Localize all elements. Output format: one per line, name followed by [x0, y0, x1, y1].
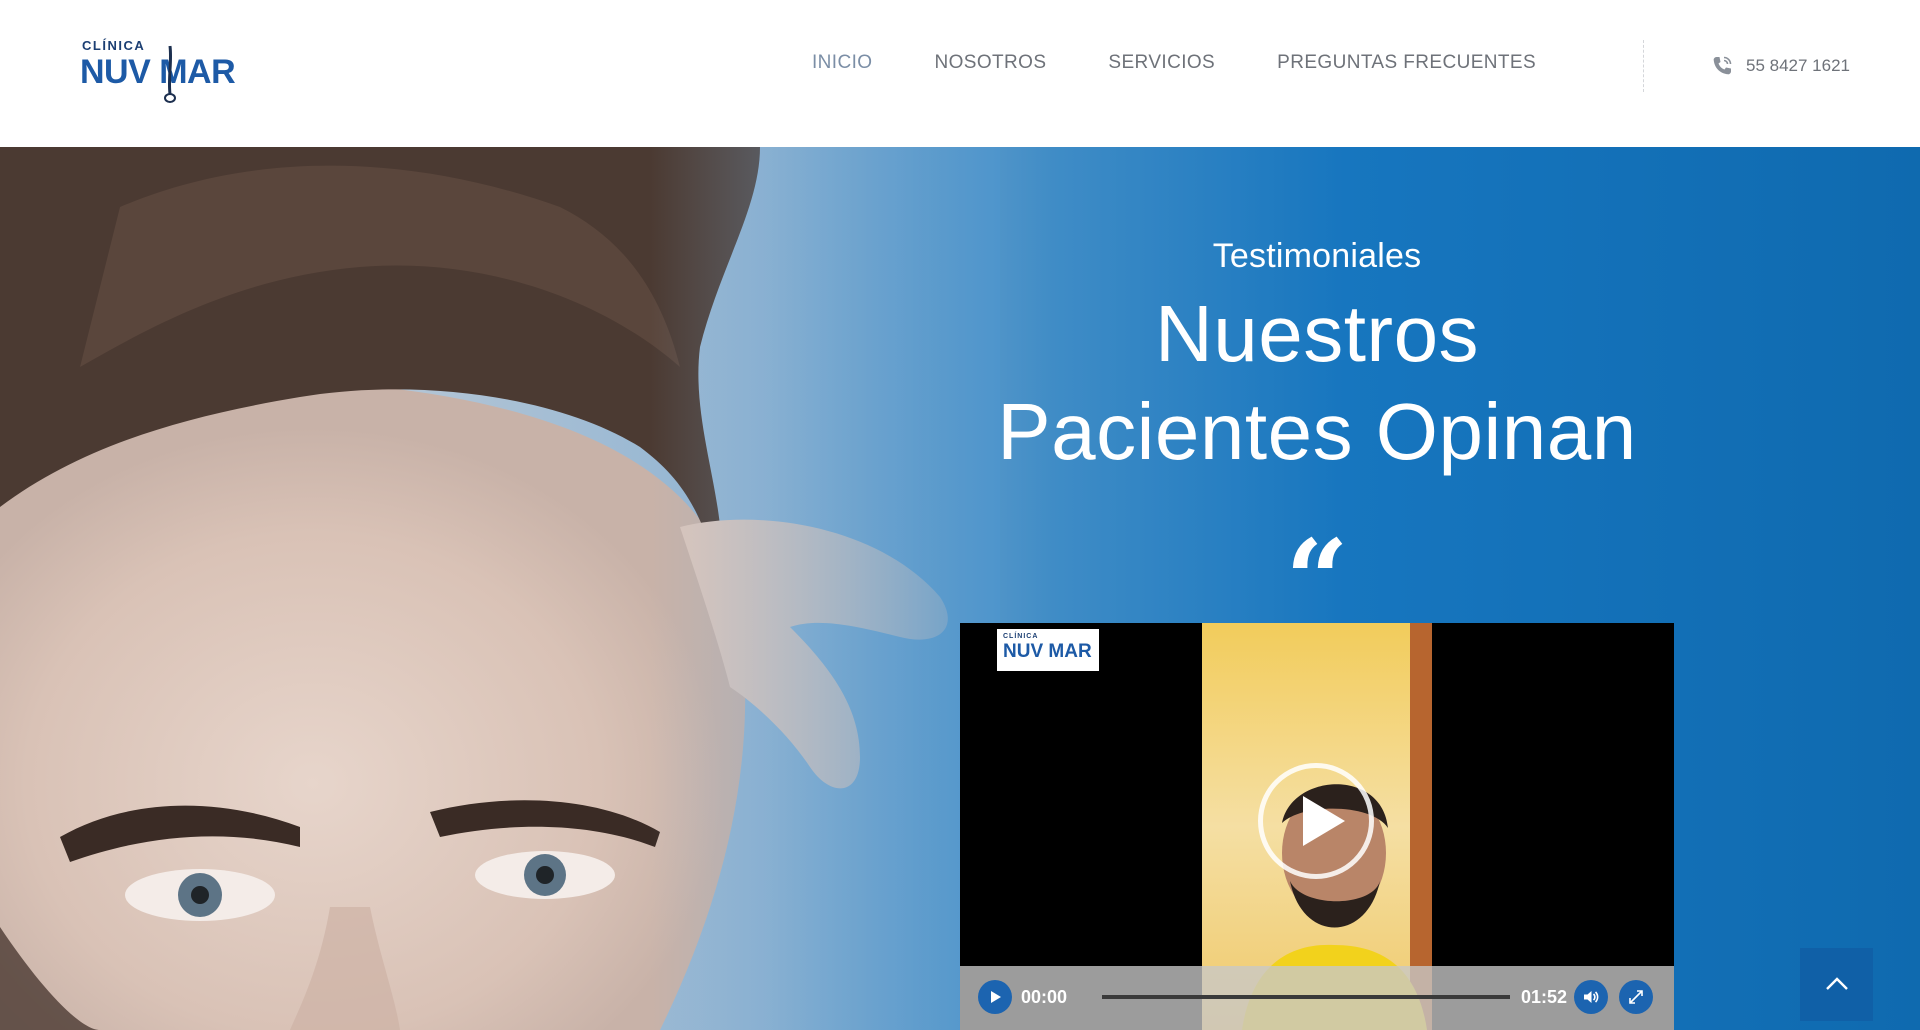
play-overlay-button[interactable]	[1258, 763, 1374, 879]
phone-number: 55 8427 1621	[1746, 56, 1850, 75]
nav-item-nosotros[interactable]: NOSOTROS	[934, 52, 1046, 74]
progress-bar[interactable]	[1102, 995, 1510, 999]
main-nav: INICIO NOSOTROS SERVICIOS PREGUNTAS FREC…	[812, 52, 1536, 74]
volume-icon	[1584, 991, 1599, 1003]
clinic-logo[interactable]: CLÍNICA NUV MAR	[80, 38, 255, 104]
hair-follicle-icon	[164, 45, 176, 103]
section-kicker: Testimoniales	[1212, 237, 1422, 275]
volume-button[interactable]	[1574, 980, 1608, 1014]
header-divider	[1643, 40, 1644, 92]
current-time: 00:00	[1021, 987, 1068, 1007]
video-controls: 00:00 01:52	[960, 966, 1674, 1030]
headline-line-2: Pacientes Opinan	[997, 387, 1637, 476]
chevron-up-icon	[1826, 977, 1848, 990]
testimonial-video-player[interactable]: CLÍNICA NUV MAR 00:00 01:52	[960, 623, 1674, 1030]
section-headline: Nuestros Pacientes Opinan	[960, 285, 1674, 481]
nav-item-servicios[interactable]: SERVICIOS	[1108, 52, 1215, 74]
back-to-top-button[interactable]	[1800, 948, 1873, 1021]
play-icon	[1303, 796, 1345, 846]
video-watermark-logo: CLÍNICA NUV MAR	[997, 629, 1099, 671]
duration: 01:52	[1521, 987, 1568, 1007]
phone-icon	[1713, 56, 1732, 75]
nav-item-preguntas-frecuentes[interactable]: PREGUNTAS FRECUENTES	[1277, 52, 1536, 74]
hero-portrait-image	[0, 147, 1000, 1030]
play-button[interactable]	[978, 980, 1012, 1014]
fullscreen-icon	[1629, 990, 1643, 1004]
headline-line-1: Nuestros	[1154, 289, 1480, 378]
logo-main-text: NUV MAR	[80, 53, 236, 91]
nav-item-inicio[interactable]: INICIO	[812, 52, 872, 74]
quote-icon: “	[1285, 515, 1349, 644]
phone-contact[interactable]: 55 8427 1621	[1710, 54, 1850, 78]
site-header: CLÍNICA NUV MAR INICIO NOSOTROS SERVICIO…	[0, 0, 1920, 147]
play-icon	[991, 991, 1001, 1003]
testimonials-hero: Testimoniales Nuestros Pacientes Opinan …	[0, 147, 1920, 1030]
fullscreen-button[interactable]	[1619, 980, 1653, 1014]
logo-small-text: CLÍNICA	[82, 38, 146, 53]
